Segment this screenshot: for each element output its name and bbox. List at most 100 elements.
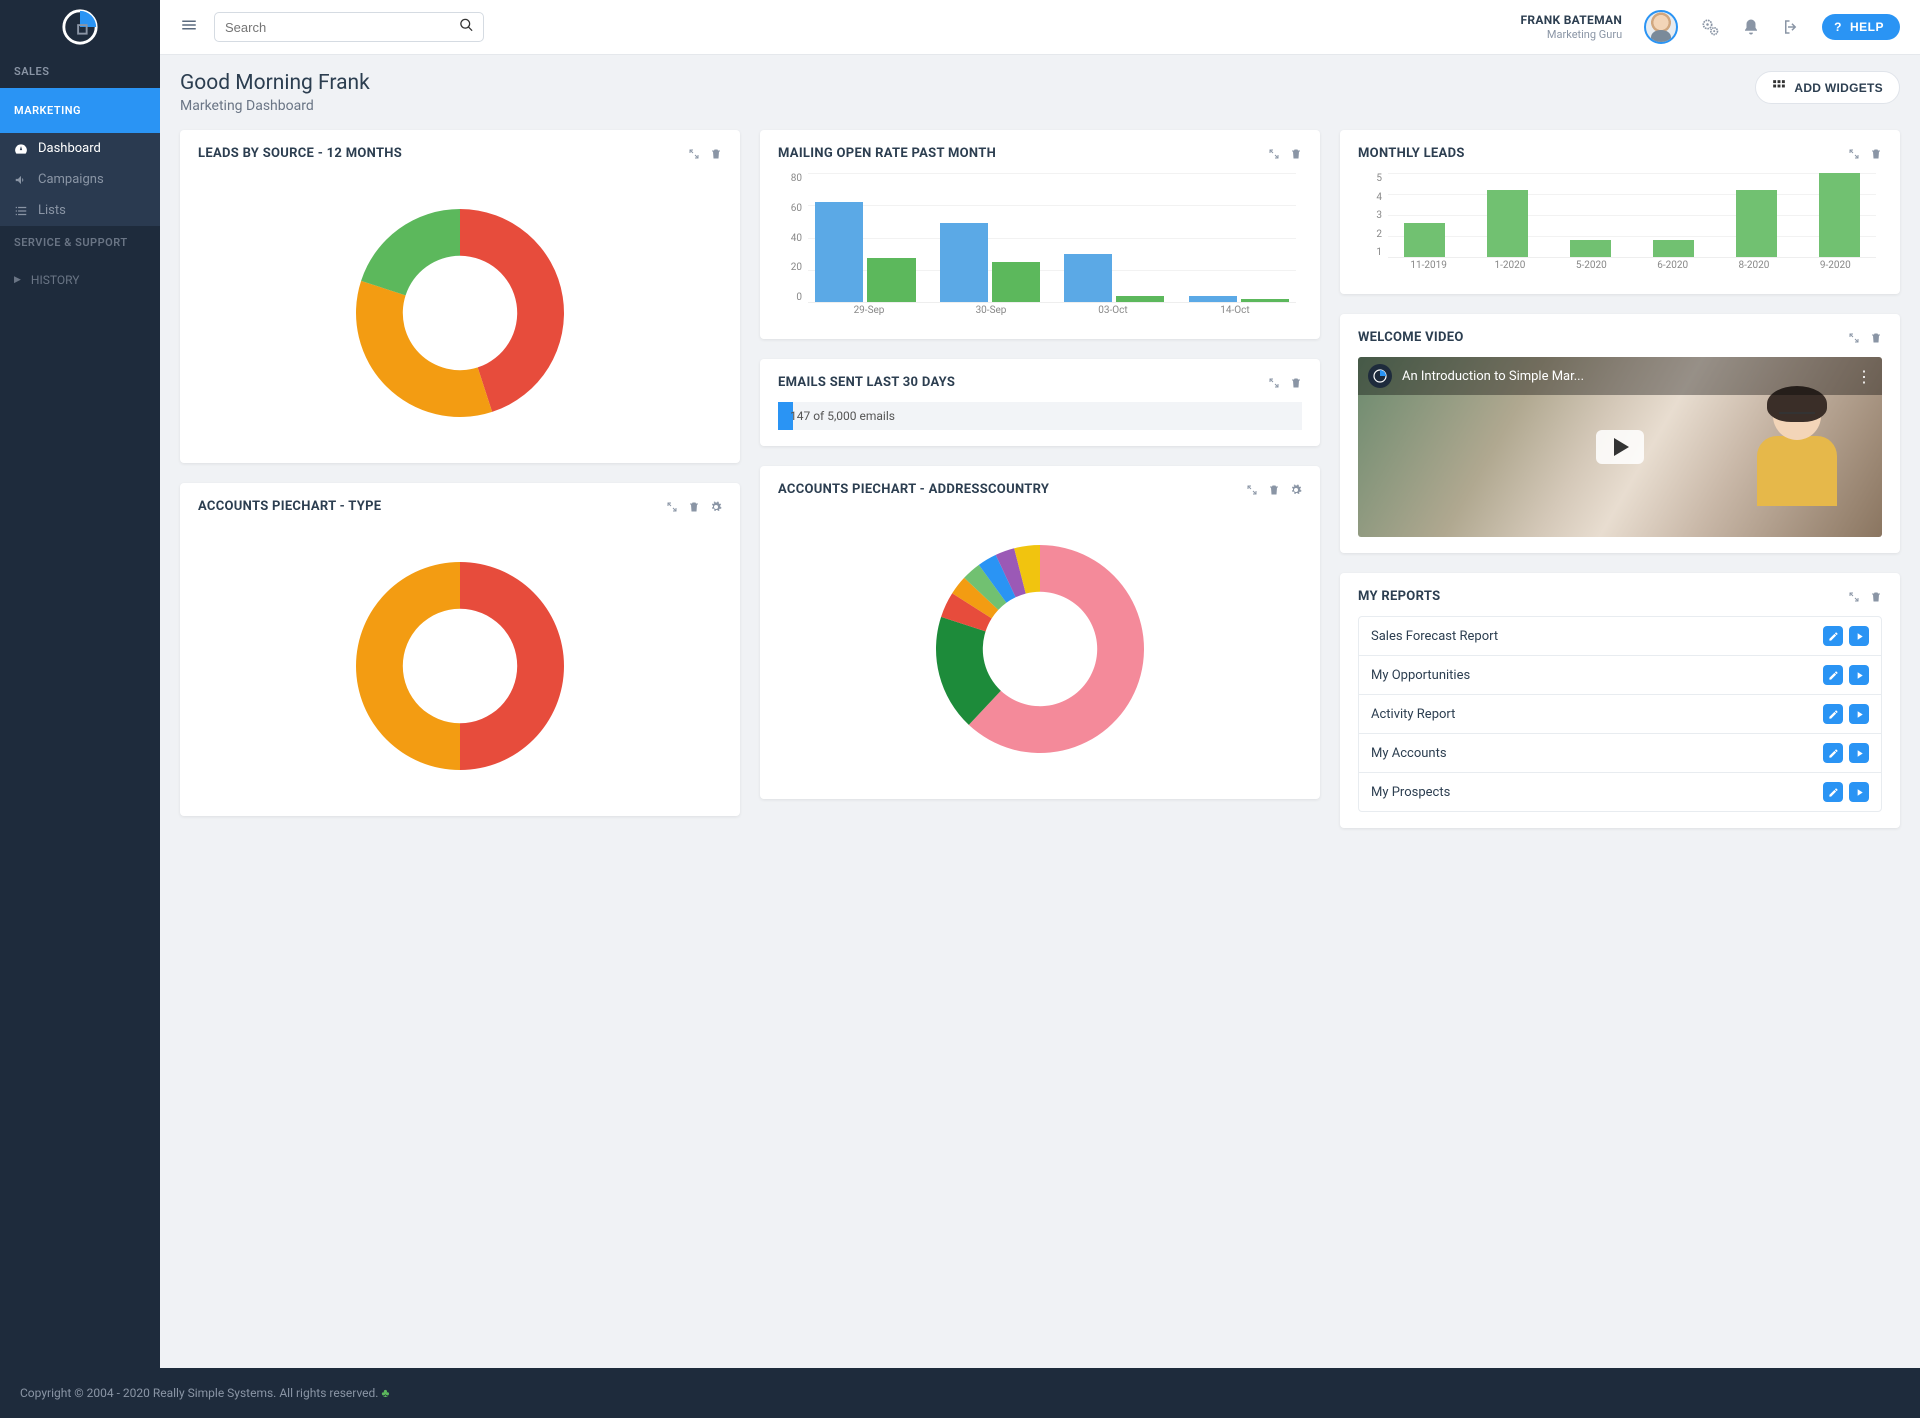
- search-field: [214, 12, 484, 42]
- logout-icon[interactable]: [1782, 18, 1800, 36]
- sidebar-item-lists[interactable]: Lists: [0, 195, 160, 226]
- donut-chart: [910, 519, 1170, 779]
- page-subtitle: Marketing Dashboard: [180, 98, 370, 114]
- widget-accounts-country: ACCOUNTS PIECHART - ADDRESSCOUNTRY: [760, 466, 1320, 799]
- gauge-icon: [14, 142, 28, 156]
- app-logo[interactable]: [0, 0, 160, 55]
- search-input[interactable]: [214, 12, 484, 42]
- report-name: Activity Report: [1371, 707, 1455, 722]
- report-row[interactable]: My Opportunities: [1359, 656, 1881, 695]
- play-icon[interactable]: [1596, 430, 1644, 464]
- edit-icon[interactable]: [1823, 626, 1843, 646]
- caret-right-icon: ▶: [14, 275, 21, 285]
- expand-icon[interactable]: [1268, 377, 1280, 389]
- widget-title: EMAILS SENT LAST 30 DAYS: [778, 375, 955, 390]
- run-icon[interactable]: [1849, 743, 1869, 763]
- widget-welcome-video: WELCOME VIDEO An Introduction to Simple …: [1340, 314, 1900, 553]
- bell-icon[interactable]: [1742, 18, 1760, 36]
- expand-icon[interactable]: [1246, 484, 1258, 496]
- report-list: Sales Forecast Report My Opportunities Act…: [1358, 616, 1882, 812]
- video-thumbnail[interactable]: An Introduction to Simple Mar... ⋮: [1358, 357, 1882, 537]
- grid-icon: [1772, 79, 1786, 96]
- expand-icon[interactable]: [1848, 332, 1860, 344]
- widget-accounts-type: ACCOUNTS PIECHART - TYPE: [180, 483, 740, 816]
- expand-icon[interactable]: [666, 501, 678, 513]
- widget-mailing-open-rate: MAILING OPEN RATE PAST MONTH 80604020029…: [760, 130, 1320, 339]
- user-role: Marketing Guru: [1520, 28, 1622, 41]
- trash-icon[interactable]: [1268, 484, 1280, 496]
- expand-icon[interactable]: [1848, 148, 1860, 160]
- sidebar-section-marketing[interactable]: MARKETING: [0, 88, 160, 133]
- widget-leads-by-source: LEADS BY SOURCE - 12 MONTHS: [180, 130, 740, 463]
- video-title: An Introduction to Simple Mar...: [1402, 369, 1846, 384]
- sidebar-section-service[interactable]: SERVICE & SUPPORT: [0, 226, 160, 259]
- run-icon[interactable]: [1849, 665, 1869, 685]
- bar-chart: 80604020029-Sep30-Sep03-Oct14-Oct: [778, 173, 1302, 323]
- run-icon[interactable]: [1849, 704, 1869, 724]
- sidebar-section-sales[interactable]: SALES: [0, 55, 160, 88]
- progress-label: 147 of 5,000 emails: [778, 409, 895, 423]
- help-label: HELP: [1850, 20, 1884, 34]
- search-icon[interactable]: [459, 18, 474, 37]
- sidebar-item-campaigns[interactable]: Campaigns: [0, 164, 160, 195]
- page-greeting: Good Morning Frank: [180, 71, 370, 95]
- trash-icon[interactable]: [1870, 332, 1882, 344]
- gear-icon[interactable]: [1290, 484, 1302, 496]
- report-row[interactable]: Sales Forecast Report: [1359, 617, 1881, 656]
- heart-icon: ♣: [381, 1386, 389, 1400]
- trash-icon[interactable]: [1290, 148, 1302, 160]
- report-name: Sales Forecast Report: [1371, 629, 1498, 644]
- trash-icon[interactable]: [1870, 148, 1882, 160]
- report-name: My Accounts: [1371, 746, 1447, 761]
- edit-icon[interactable]: [1823, 743, 1843, 763]
- footer-text: Copyright © 2004 - 2020 Really Simple Sy…: [20, 1386, 378, 1400]
- help-button[interactable]: ? HELP: [1822, 14, 1900, 40]
- trash-icon[interactable]: [1870, 591, 1882, 603]
- widget-emails-sent: EMAILS SENT LAST 30 DAYS 147 of 5,000 em…: [760, 359, 1320, 446]
- report-name: My Prospects: [1371, 785, 1450, 800]
- edit-icon[interactable]: [1823, 665, 1843, 685]
- footer: Copyright © 2004 - 2020 Really Simple Sy…: [0, 1368, 1920, 1418]
- report-name: My Opportunities: [1371, 668, 1470, 683]
- sidebar-item-label: HISTORY: [31, 273, 80, 287]
- widget-title: LEADS BY SOURCE - 12 MONTHS: [198, 146, 402, 161]
- report-row[interactable]: My Accounts: [1359, 734, 1881, 773]
- widget-title: MONTHLY LEADS: [1358, 146, 1465, 161]
- sidebar-item-history[interactable]: ▶ HISTORY: [0, 259, 160, 301]
- trash-icon[interactable]: [710, 148, 722, 160]
- expand-icon[interactable]: [1268, 148, 1280, 160]
- run-icon[interactable]: [1849, 626, 1869, 646]
- edit-icon[interactable]: [1823, 782, 1843, 802]
- user-avatar[interactable]: [1644, 10, 1678, 44]
- report-row[interactable]: My Prospects: [1359, 773, 1881, 811]
- widget-title: ACCOUNTS PIECHART - ADDRESSCOUNTRY: [778, 482, 1049, 497]
- megaphone-icon: [14, 173, 28, 187]
- sidebar-item-label: Lists: [38, 203, 66, 218]
- trash-icon[interactable]: [688, 501, 700, 513]
- sidebar-item-label: Dashboard: [38, 141, 101, 156]
- report-row[interactable]: Activity Report: [1359, 695, 1881, 734]
- donut-chart: [330, 183, 590, 443]
- expand-icon[interactable]: [688, 148, 700, 160]
- video-channel-icon: [1368, 364, 1392, 388]
- menu-toggle-icon[interactable]: [180, 16, 198, 38]
- settings-icon[interactable]: [1700, 17, 1720, 37]
- expand-icon[interactable]: [1848, 591, 1860, 603]
- progress-bar: 147 of 5,000 emails: [778, 402, 1302, 430]
- topbar: FRANK BATEMAN Marketing Guru ? HELP: [160, 0, 1920, 55]
- add-widgets-label: ADD WIDGETS: [1794, 81, 1883, 95]
- sidebar-item-dashboard[interactable]: Dashboard: [0, 133, 160, 164]
- sidebar: SALES MARKETING Dashboard Campaigns List…: [0, 0, 160, 1368]
- kebab-icon[interactable]: ⋮: [1856, 367, 1872, 386]
- gear-icon[interactable]: [710, 501, 722, 513]
- add-widgets-button[interactable]: ADD WIDGETS: [1755, 71, 1900, 104]
- donut-chart: [330, 536, 590, 796]
- user-info[interactable]: FRANK BATEMAN Marketing Guru: [1520, 13, 1622, 41]
- edit-icon[interactable]: [1823, 704, 1843, 724]
- question-icon: ?: [1834, 20, 1842, 34]
- widget-monthly-leads: MONTHLY LEADS 5432111-20191-20205-20206-…: [1340, 130, 1900, 294]
- widget-title: ACCOUNTS PIECHART - TYPE: [198, 499, 381, 514]
- list-icon: [14, 204, 28, 218]
- run-icon[interactable]: [1849, 782, 1869, 802]
- trash-icon[interactable]: [1290, 377, 1302, 389]
